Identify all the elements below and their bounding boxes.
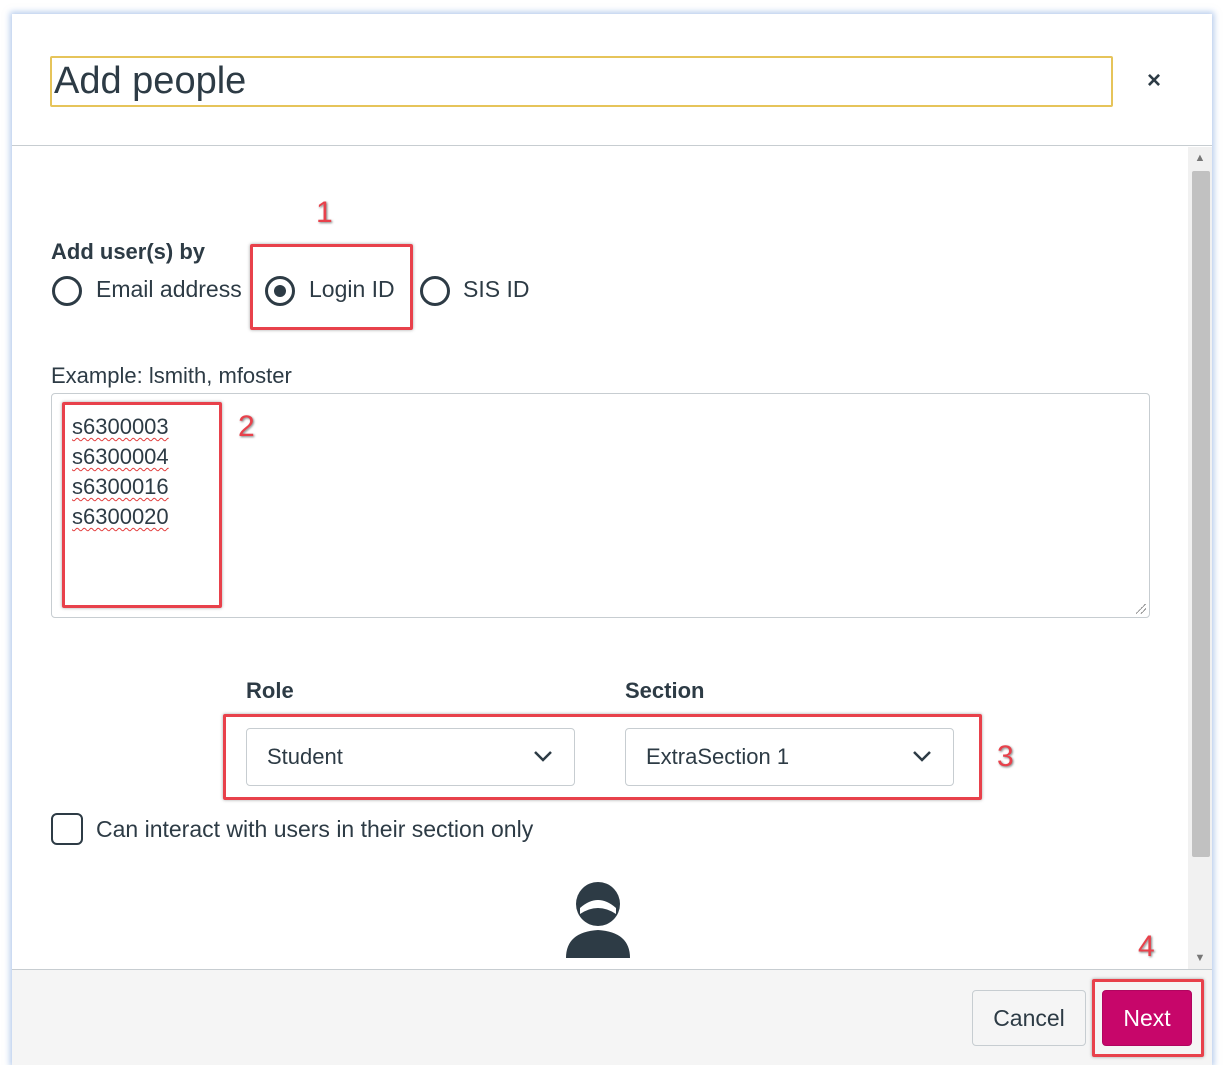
radio-email-address[interactable] — [52, 276, 82, 306]
close-icon[interactable]: × — [1139, 66, 1169, 96]
section-label: Section — [625, 678, 705, 703]
radio-sis-id[interactable] — [420, 276, 450, 306]
annotation-box-3 — [223, 714, 982, 800]
user-avatar-icon — [566, 882, 630, 958]
annotation-number-1: 1 — [316, 196, 333, 229]
dialog-header: Add people × — [12, 14, 1212, 146]
scroll-up-icon[interactable]: ▲ — [1188, 147, 1212, 169]
limit-section-checkbox[interactable] — [51, 813, 83, 845]
radio-sis-id-label[interactable]: SIS ID — [463, 274, 529, 304]
role-label: Role — [246, 678, 294, 703]
annotation-number-2: 2 — [238, 410, 255, 443]
dialog-footer: Cancel Next — [12, 969, 1212, 1065]
annotation-box-4 — [1092, 979, 1204, 1057]
annotation-number-3: 3 — [997, 740, 1014, 773]
limit-section-label[interactable]: Can interact with users in their section… — [96, 813, 533, 845]
cancel-button[interactable]: Cancel — [972, 990, 1086, 1046]
user-list-entry: s6300016 — [72, 474, 169, 499]
user-list-entry: s6300020 — [72, 504, 169, 529]
example-hint: Example: lsmith, mfoster — [51, 363, 292, 388]
radio-email-address-label[interactable]: Email address — [96, 274, 242, 304]
dialog-scrollbar[interactable]: ▲ ▼ — [1188, 147, 1212, 969]
annotation-box-2 — [62, 402, 222, 608]
dialog-title: Add people — [50, 56, 1113, 107]
user-list-entry: s6300004 — [72, 444, 169, 469]
add-by-label: Add user(s) by — [51, 239, 206, 264]
resize-handle-icon[interactable] — [1136, 604, 1146, 614]
scroll-down-icon[interactable]: ▼ — [1188, 947, 1212, 969]
scrollbar-thumb[interactable] — [1192, 171, 1210, 857]
user-list-entry: s6300003 — [72, 414, 169, 439]
annotation-number-4: 4 — [1138, 930, 1155, 963]
annotation-box-1 — [250, 244, 413, 330]
